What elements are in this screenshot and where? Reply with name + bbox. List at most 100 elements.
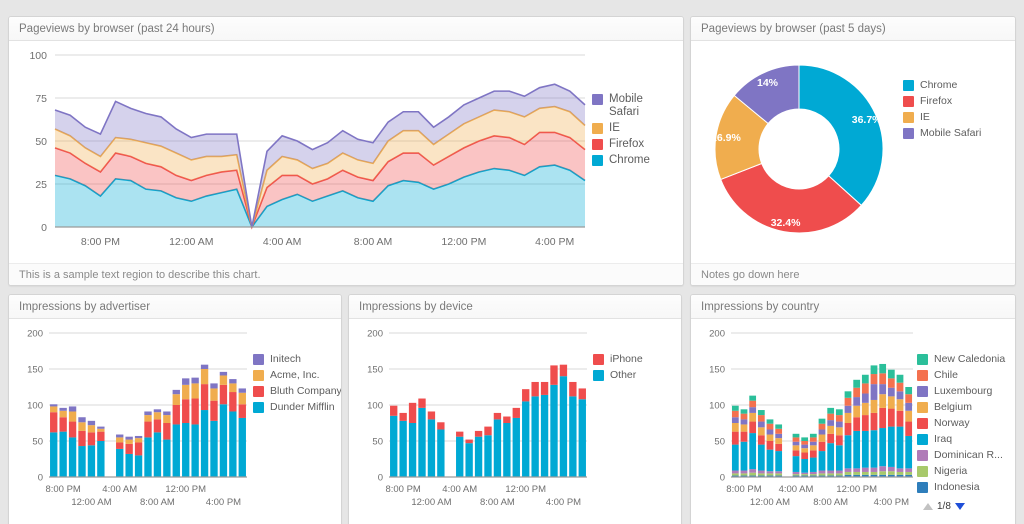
svg-text:12:00 PM: 12:00 PM: [505, 484, 546, 495]
legend-label-ie: IE: [609, 122, 620, 134]
legend-browsers-pie: Chrome Firefox IE Mobile Safari: [903, 79, 981, 143]
legend-item[interactable]: Chrome: [903, 79, 981, 92]
legend-swatch-iphone: [593, 354, 604, 365]
svg-text:4:00 AM: 4:00 AM: [263, 236, 302, 248]
legend-swatch-iraq: [917, 434, 928, 445]
svg-text:50: 50: [714, 437, 725, 448]
card-title-country: Impressions by country: [691, 295, 1015, 319]
legend-swatch-dominican-republic: [917, 450, 928, 461]
svg-text:4:00 PM: 4:00 PM: [206, 497, 241, 508]
legend-swatch-new-caledonia: [917, 354, 928, 365]
legend-item[interactable]: Firefox: [903, 95, 981, 108]
svg-text:150: 150: [27, 365, 43, 376]
legend-item[interactable]: Nigeria: [917, 465, 1005, 478]
svg-text:16.9%: 16.9%: [711, 132, 741, 144]
legend-label-initech: Initech: [270, 353, 301, 365]
legend-item[interactable]: Dunder Mifflin: [253, 401, 341, 414]
legend-item[interactable]: New Caledonia: [917, 353, 1005, 366]
svg-text:75: 75: [35, 93, 47, 105]
legend-item[interactable]: Iraq: [917, 433, 1005, 446]
legend-item[interactable]: Luxembourg: [917, 385, 1005, 398]
legend-item[interactable]: Initech: [253, 353, 341, 366]
legend-swatch-chrome: [903, 80, 914, 91]
svg-text:150: 150: [367, 365, 383, 376]
svg-text:4:00 PM: 4:00 PM: [535, 236, 574, 248]
legend-item[interactable]: Bluth Company: [253, 385, 341, 398]
legend-swatch-ie: [592, 123, 603, 134]
legend-swatch-bluth: [253, 386, 264, 397]
legend-advertisers: Initech Acme, Inc. Bluth Company Dunder …: [253, 353, 341, 417]
svg-text:50: 50: [35, 136, 47, 148]
svg-text:12:00 PM: 12:00 PM: [165, 484, 206, 495]
svg-text:12:00 AM: 12:00 AM: [169, 236, 213, 248]
card-footer-pageviews-24h: This is a sample text region to describe…: [9, 263, 683, 285]
svg-text:8:00 PM: 8:00 PM: [81, 236, 120, 248]
legend-swatch-ie: [903, 112, 914, 123]
legend-item[interactable]: Dominican R...: [917, 449, 1005, 462]
svg-text:4:00 PM: 4:00 PM: [874, 497, 909, 508]
legend-item[interactable]: Mobile Safari: [592, 93, 650, 119]
legend-label-other: Other: [610, 369, 637, 381]
legend-swatch-belgium: [917, 402, 928, 413]
svg-text:0: 0: [38, 473, 43, 484]
legend-swatch-chrome: [592, 155, 603, 166]
legend-countries: New Caledonia Chile Luxembourg Belgium N…: [917, 353, 1005, 497]
svg-text:0: 0: [720, 473, 725, 484]
svg-text:50: 50: [372, 437, 383, 448]
legend-label-ie: IE: [920, 111, 930, 123]
legend-item[interactable]: Indonesia: [917, 481, 1005, 494]
chart-area-device: 0 50 100 150 200 8:00 PM 12:00 AM 4:00 AM 8:00 A…: [349, 319, 681, 524]
card-footer-pageviews-5d: Notes go down here: [691, 263, 1015, 285]
svg-text:8:00 PM: 8:00 PM: [726, 484, 761, 495]
card-pageviews-5d: Pageviews by browser (past 5 days) 36.7%…: [690, 16, 1016, 286]
legend-swatch-other: [593, 370, 604, 381]
legend-label-luxembourg: Luxembourg: [934, 385, 993, 397]
legend-swatch-norway: [917, 418, 928, 429]
svg-text:50: 50: [32, 437, 43, 448]
legend-swatch-acme: [253, 370, 264, 381]
legend-label-new-caledonia: New Caledonia: [934, 353, 1006, 365]
legend-item[interactable]: Chrome: [592, 154, 650, 167]
legend-label-belgium: Belgium: [934, 401, 972, 413]
legend-label-mobile-safari: Mobile Safari: [920, 127, 982, 139]
triangle-down-icon[interactable]: [954, 503, 965, 510]
legend-label-chrome: Chrome: [920, 79, 958, 91]
svg-text:8:00 AM: 8:00 AM: [480, 497, 515, 508]
card-title-pageviews-24h: Pageviews by browser (past 24 hours): [9, 17, 683, 41]
legend-label-iphone: iPhone: [610, 353, 643, 365]
card-title-device: Impressions by device: [349, 295, 681, 319]
legend-item[interactable]: iPhone: [593, 353, 643, 366]
legend-item[interactable]: Mobile Safari: [903, 127, 981, 140]
legend-swatch-dunder: [253, 402, 264, 413]
legend-pager[interactable]: 1/8: [923, 501, 965, 512]
svg-text:14%: 14%: [757, 77, 779, 89]
triangle-up-icon[interactable]: [923, 503, 933, 510]
legend-item[interactable]: Chile: [917, 369, 1005, 382]
legend-swatch-firefox: [592, 139, 603, 150]
svg-text:36.7%: 36.7%: [852, 114, 882, 126]
legend-item[interactable]: Belgium: [917, 401, 1005, 414]
legend-item[interactable]: Other: [593, 369, 643, 382]
legend-item[interactable]: Acme, Inc.: [253, 369, 341, 382]
svg-text:200: 200: [709, 329, 725, 340]
legend-item[interactable]: Norway: [917, 417, 1005, 430]
dashboard: Pageviews by browser (past 24 hours) 0 25…: [0, 0, 1024, 524]
chart-area-pageviews-24h: 0 25 50 75 100 8:00 PM 12:00 AM 4:00 AM 8:00 AM 1…: [9, 41, 683, 263]
legend-label-indonesia: Indonesia: [934, 481, 980, 493]
chart-area-country: 0 50 100 150 200 8:00 PM 12:00 AM 4:00 AM 8:00 A…: [691, 319, 1015, 524]
card-pageviews-24h: Pageviews by browser (past 24 hours) 0 25…: [8, 16, 684, 286]
legend-label-dunder: Dunder Mifflin: [270, 401, 335, 413]
svg-text:4:00 AM: 4:00 AM: [442, 484, 477, 495]
card-impressions-country: Impressions by country 0 50 100 150 200 8:00 …: [690, 294, 1016, 524]
svg-text:25: 25: [35, 179, 47, 191]
legend-item[interactable]: IE: [592, 122, 650, 135]
legend-item[interactable]: Firefox: [592, 138, 650, 151]
legend-swatch-indonesia: [917, 482, 928, 493]
legend-item[interactable]: IE: [903, 111, 981, 124]
area-chart-svg: 0 25 50 75 100 8:00 PM 12:00 AM 4:00 AM 8:00 AM 1…: [29, 50, 586, 248]
legend-browsers-area: Mobile Safari IE Firefox Chrome: [592, 93, 650, 170]
card-impressions-device: Impressions by device 0 50 100 150 200 8:00 P…: [348, 294, 682, 524]
legend-swatch-chile: [917, 370, 928, 381]
svg-text:8:00 AM: 8:00 AM: [354, 236, 393, 248]
legend-label-acme: Acme, Inc.: [270, 369, 320, 381]
